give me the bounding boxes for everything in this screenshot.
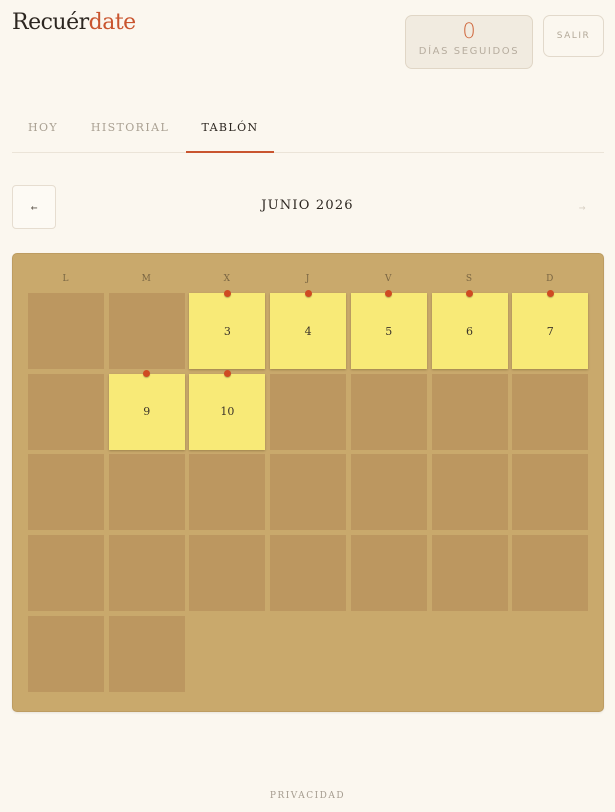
empty-day-cell — [189, 535, 266, 612]
empty-day-cell — [431, 454, 508, 531]
weekday-label-martes: M — [141, 274, 152, 284]
empty-day-cell — [108, 293, 185, 369]
pushpin-icon — [466, 289, 473, 297]
arrow-right-icon: → — [578, 200, 586, 214]
streak-counter: 0 DÍAS SEGUIDOS — [405, 15, 533, 69]
empty-day-cell — [512, 454, 589, 531]
sticky-note-day[interactable]: 7 — [512, 293, 589, 369]
empty-day-cell — [431, 373, 508, 450]
sticky-note-day[interactable]: 5 — [350, 293, 427, 369]
weekday-label-miercoles: X — [223, 274, 232, 284]
sticky-note-day[interactable]: 6 — [431, 293, 508, 369]
empty-day-cell — [189, 454, 266, 531]
prev-month-button[interactable]: ← — [12, 185, 56, 229]
streak-label: DÍAS SEGUIDOS — [418, 46, 520, 57]
corkboard-calendar: L M X J V S D 3 4 5 6 7 9 10 — [12, 253, 604, 712]
sticky-note-day[interactable]: 9 — [108, 373, 185, 450]
pushpin-icon — [546, 289, 554, 297]
sticky-note-day[interactable]: 10 — [189, 373, 266, 450]
logo-accent-text: date — [88, 10, 137, 35]
empty-day-cell — [28, 535, 104, 612]
empty-day-cell — [350, 373, 427, 450]
logo-main-text: Recuér — [12, 10, 89, 35]
pushpin-icon — [385, 289, 393, 297]
streak-count: 0 — [462, 19, 476, 43]
pushpin-icon — [304, 289, 312, 297]
empty-day-cell — [270, 454, 347, 531]
logout-button[interactable]: SALIR — [543, 15, 604, 57]
empty-day-cell — [28, 373, 104, 450]
weekday-label-lunes: L — [62, 274, 70, 284]
pushpin-icon — [223, 289, 231, 297]
empty-day-cell — [108, 535, 185, 612]
empty-day-cell — [270, 373, 347, 450]
tab-hoy[interactable]: HOY — [12, 108, 74, 153]
empty-day-cell — [108, 615, 185, 692]
empty-day-cell — [28, 615, 104, 692]
weekday-label-sabado: S — [465, 274, 474, 284]
tab-tablon[interactable]: TABLÓN — [186, 108, 274, 153]
sticky-note-day[interactable]: 3 — [189, 293, 266, 369]
weekday-label-viernes: V — [385, 274, 393, 284]
tab-bar: HOY HISTORIAL TABLÓN — [12, 108, 604, 153]
app-logo: Recuérdate — [12, 10, 136, 35]
empty-day-cell — [108, 454, 185, 531]
empty-day-cell — [28, 293, 104, 369]
next-month-button[interactable]: → — [560, 185, 604, 229]
weekday-label-jueves: J — [305, 274, 311, 284]
weekday-label-domingo: D — [546, 274, 555, 284]
month-title: JUNIO 2026 — [261, 198, 354, 213]
tab-historial[interactable]: HISTORIAL — [84, 108, 176, 153]
empty-day-cell — [512, 373, 589, 450]
empty-day-cell — [431, 535, 508, 612]
empty-day-cell — [350, 454, 427, 531]
arrow-left-icon: ← — [30, 200, 38, 214]
empty-day-cell — [270, 535, 347, 612]
app-page: Recuérdate 0 DÍAS SEGUIDOS SALIR HOY HIS… — [0, 0, 615, 812]
empty-day-cell — [350, 535, 427, 612]
empty-day-cell — [512, 535, 589, 612]
empty-day-cell — [28, 454, 104, 531]
privacy-link[interactable]: PRIVACIDAD — [0, 791, 615, 801]
sticky-note-day[interactable]: 4 — [270, 293, 347, 369]
